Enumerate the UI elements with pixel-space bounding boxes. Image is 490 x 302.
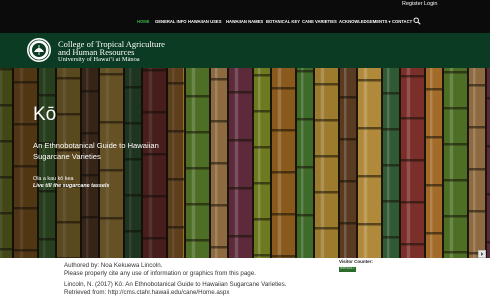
hero-title: Kō [33,104,57,125]
college-line-2: and Human Resources [58,47,135,57]
author-line: Authored by: Noa Kekuewa Lincoln. [64,262,163,269]
nav-botanical-key[interactable]: BOTANICAL KEY [266,19,300,24]
hero-proverb: Ola a kau kō kea [33,176,74,182]
nav-home[interactable]: HOME [137,19,150,24]
nav-contact[interactable]: CONTACT [392,19,412,24]
ctahr-seal-icon[interactable] [26,37,52,63]
college-name: College of Tropical Agriculture and Huma… [58,40,165,57]
retrieved-from: Retrieved from: http://cms.ctahr.hawaii.… [64,289,230,296]
nav-cane-varieties[interactable]: CANE VARIETIES [302,19,337,24]
register-link[interactable]: Register [402,1,422,7]
scroll-right-arrow-icon[interactable] [478,250,486,258]
login-link[interactable]: Login [424,1,437,7]
cite-note: Please properly cite any use of informat… [64,270,256,277]
citation: Lincoln, N. (2017) Kō: An Ethnobotanical… [64,281,287,288]
nav-acknowledgements[interactable]: ACKNOWLEDGEMENTS ▾ [339,19,391,24]
page-footer: Authored by: Noa Kekuewa Lincoln. Please… [0,258,490,302]
top-utility-bar: Register Login [0,0,490,11]
search-icon[interactable] [413,17,421,25]
university-name: University of Hawai‘i at Mānoa [58,56,140,63]
nav-general-info[interactable]: GENERAL INFO [155,19,187,24]
nav-hawaiian-uses[interactable]: HAWAIIAN USES [188,19,222,24]
hero-subtitle: An Ethnobotanical Guide to Hawaiian Suga… [33,141,159,161]
hero-proverb-translation: Live till the sugarcane tassels [33,183,110,189]
visitor-counter-label: Visitor Counter: [339,259,373,264]
main-nav: HOME GENERAL INFO HAWAIIAN USES HAWAIIAN… [0,11,490,33]
visitor-counter: 0003217 [339,267,356,272]
hero-text-overlay [0,68,183,258]
college-header: College of Tropical Agriculture and Huma… [0,33,490,68]
nav-hawaiian-names[interactable]: HAWAIIAN NAMES [226,19,263,24]
hero-banner: Kō An Ethnobotanical Guide to Hawaiian S… [0,68,490,258]
